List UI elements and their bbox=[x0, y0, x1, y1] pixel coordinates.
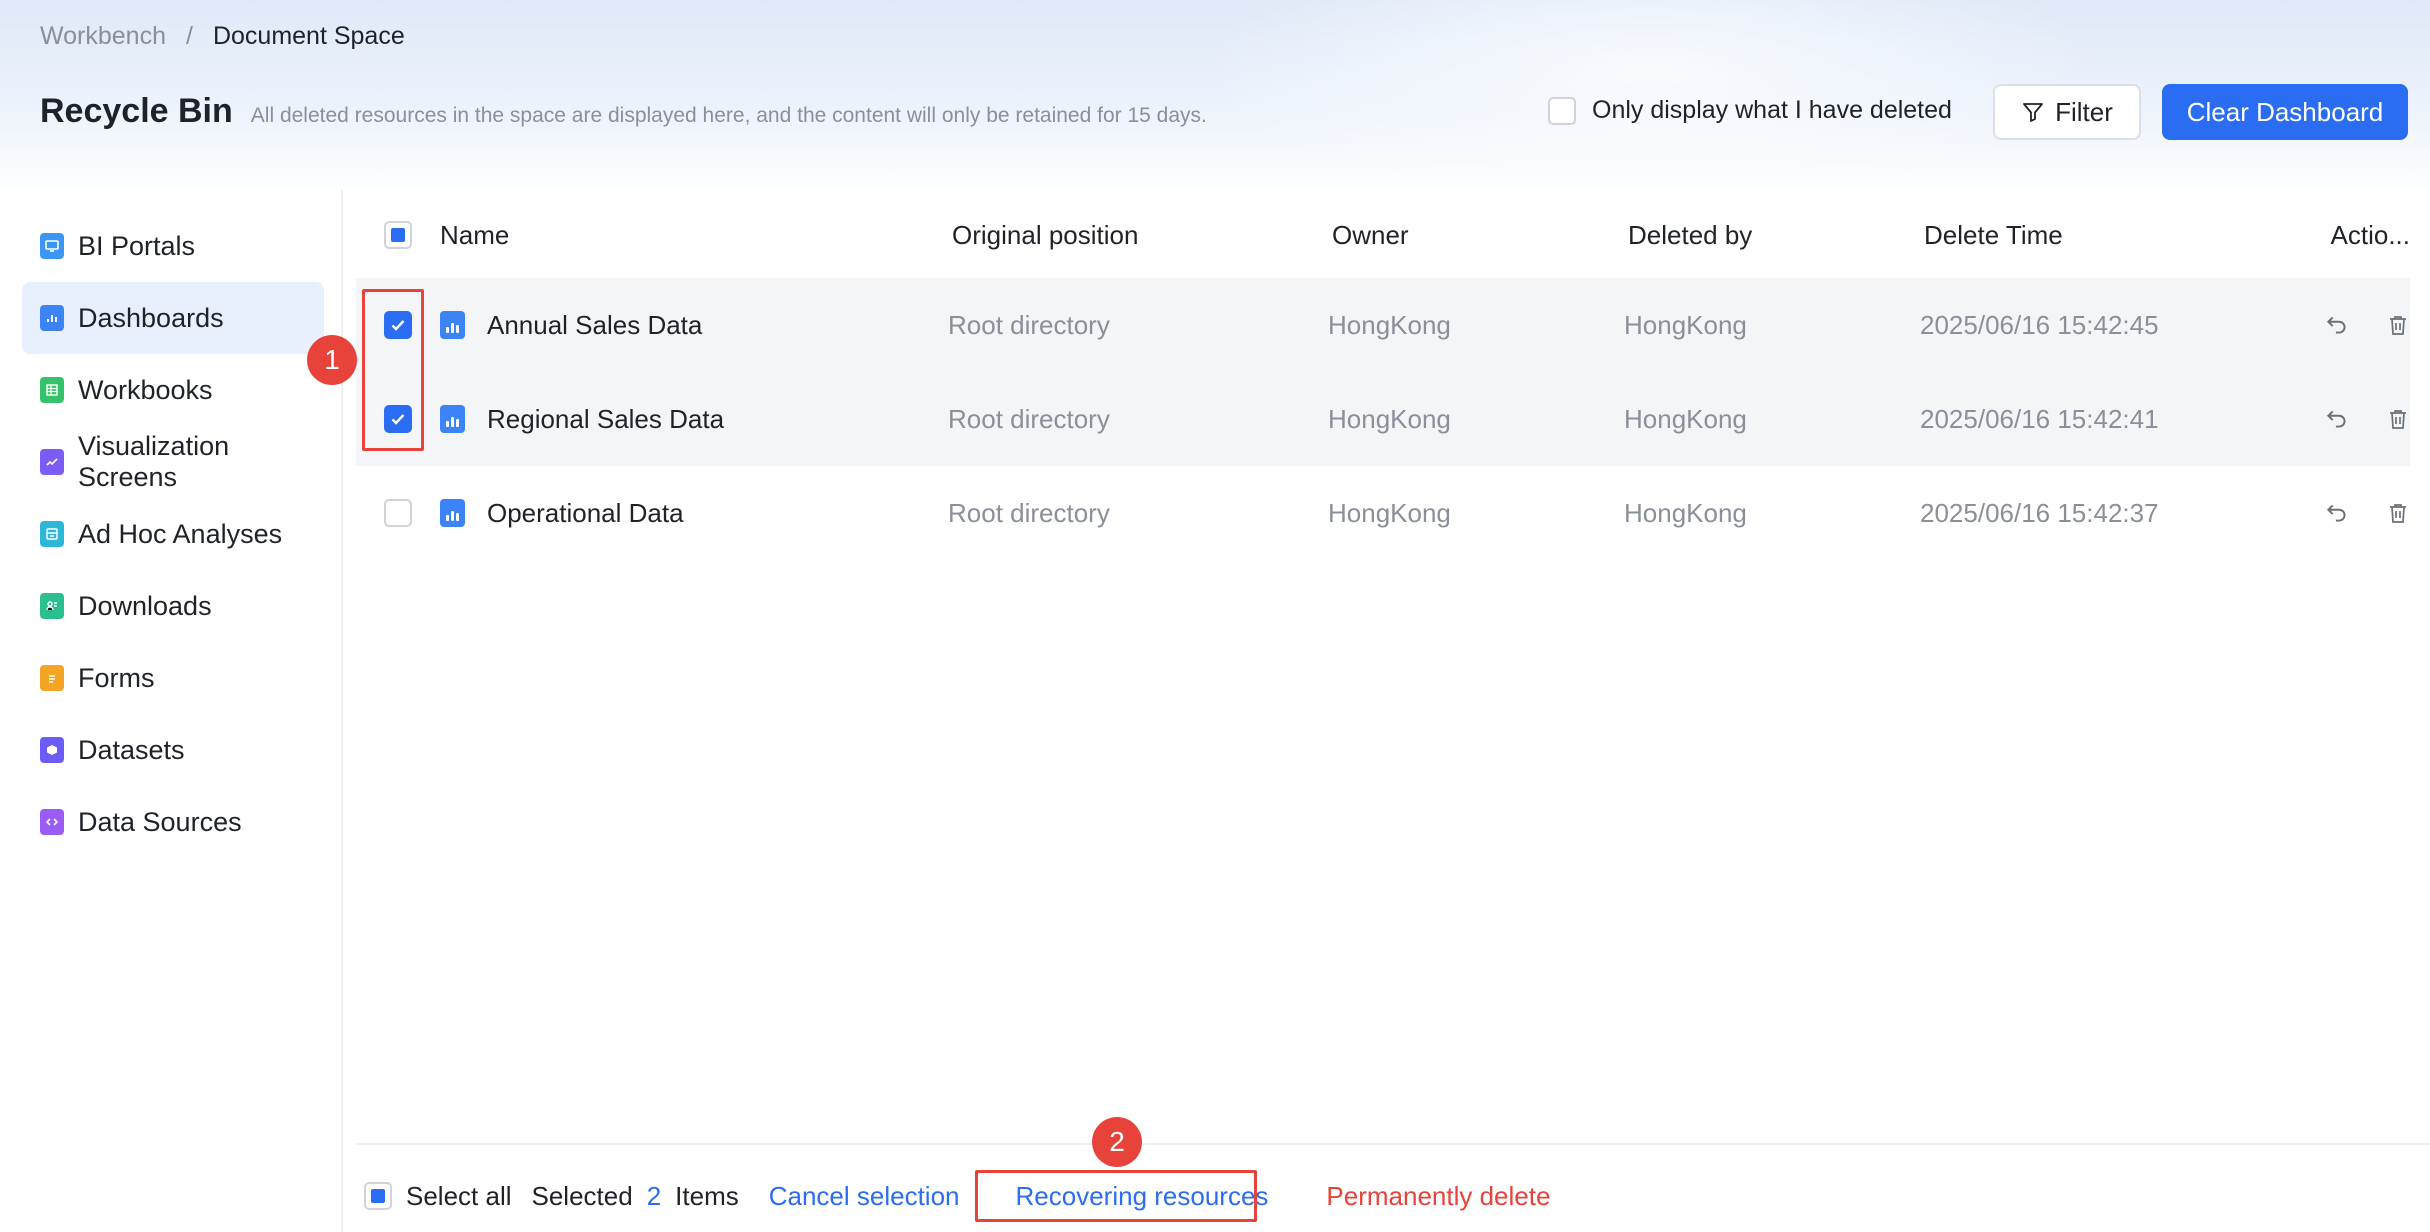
sidebar-item-forms[interactable]: Forms bbox=[22, 642, 324, 714]
row-delete-time: 2025/06/16 15:42:45 bbox=[1920, 309, 2159, 340]
breadcrumb-current: Document Space bbox=[212, 22, 405, 50]
screen-chart-icon bbox=[40, 449, 64, 475]
download-icon bbox=[40, 593, 64, 619]
sidebar-item-label: Datasets bbox=[78, 734, 185, 765]
monitor-icon bbox=[40, 233, 64, 259]
row-owner: HongKong bbox=[1328, 403, 1451, 434]
breadcrumb-workbench[interactable]: Workbench bbox=[40, 22, 166, 51]
only-mine-label: Only display what I have deleted bbox=[1592, 96, 1952, 124]
page-title: Recycle Bin bbox=[40, 92, 233, 130]
header-actions: Actio... bbox=[2330, 219, 2410, 250]
sidebar-item-datasets[interactable]: Datasets bbox=[22, 714, 324, 786]
sidebar-item-visualization-screens[interactable]: Visualization Screens bbox=[22, 426, 324, 498]
trash-icon[interactable] bbox=[2386, 500, 2410, 526]
row-name: Annual Sales Data bbox=[487, 309, 703, 340]
row-deleted-by: HongKong bbox=[1624, 309, 1747, 340]
footer-divider bbox=[356, 1143, 2430, 1145]
row-position: Root directory bbox=[948, 309, 1110, 340]
selection-footer: Select all Selected 2 Items Cancel selec… bbox=[364, 1168, 1550, 1224]
sidebar-item-bi-portals[interactable]: BI Portals bbox=[22, 210, 324, 282]
form-icon bbox=[40, 665, 64, 691]
dashboard-file-icon bbox=[440, 499, 465, 527]
sidebar-item-dashboards[interactable]: Dashboards bbox=[22, 282, 324, 354]
trash-icon[interactable] bbox=[2386, 406, 2410, 432]
annotation-box-2 bbox=[975, 1170, 1257, 1222]
annotation-badge-2: 2 bbox=[1092, 1117, 1142, 1167]
row-deleted-by: HongKong bbox=[1624, 497, 1747, 528]
select-all-label[interactable]: Select all bbox=[406, 1181, 512, 1212]
row-delete-time: 2025/06/16 15:42:37 bbox=[1920, 497, 2159, 528]
header-name[interactable]: Name bbox=[440, 220, 948, 251]
row-checkbox[interactable] bbox=[384, 499, 412, 527]
row-name: Regional Sales Data bbox=[487, 403, 725, 434]
only-mine-checkbox[interactable] bbox=[1548, 96, 1576, 125]
restore-icon[interactable] bbox=[2324, 406, 2350, 432]
breadcrumb-separator: / bbox=[186, 22, 193, 50]
sidebar: BI Portals Dashboards Workbooks Visualiz… bbox=[22, 210, 324, 858]
filter-button[interactable]: Filter bbox=[1993, 84, 2141, 140]
clear-dashboard-button[interactable]: Clear Dashboard bbox=[2162, 84, 2408, 140]
sidebar-item-downloads[interactable]: Downloads bbox=[22, 570, 324, 642]
permanently-delete-button[interactable]: Permanently delete bbox=[1326, 1181, 1550, 1212]
header-deleted-by[interactable]: Deleted by bbox=[1624, 220, 1920, 251]
selected-count: 2 bbox=[646, 1180, 662, 1211]
annotation-badge-1: 1 bbox=[307, 335, 357, 385]
sidebar-item-label: Ad Hoc Analyses bbox=[78, 518, 283, 549]
cancel-selection-link[interactable]: Cancel selection bbox=[769, 1181, 960, 1212]
page-header: Recycle Bin All deleted resources in the… bbox=[40, 92, 1207, 131]
row-position: Root directory bbox=[948, 403, 1110, 434]
recycle-table: Name Original position Owner Deleted by … bbox=[356, 192, 2410, 560]
annotation-box-1 bbox=[362, 289, 424, 451]
row-owner: HongKong bbox=[1328, 497, 1451, 528]
row-deleted-by: HongKong bbox=[1624, 403, 1747, 434]
sidebar-item-label: BI Portals bbox=[78, 230, 196, 261]
header-owner[interactable]: Owner bbox=[1328, 220, 1624, 251]
row-position: Root directory bbox=[948, 497, 1110, 528]
sidebar-item-label: Forms bbox=[78, 662, 155, 693]
sidebar-item-data-sources[interactable]: Data Sources bbox=[22, 786, 324, 858]
select-all-checkbox[interactable] bbox=[364, 1182, 392, 1210]
analysis-icon bbox=[40, 521, 64, 547]
sidebar-item-label: Visualization Screens bbox=[78, 431, 230, 492]
only-mine-toggle[interactable]: Only display what I have deleted bbox=[1548, 96, 1952, 125]
table-icon bbox=[40, 377, 64, 403]
row-delete-time: 2025/06/16 15:42:41 bbox=[1920, 403, 2159, 434]
sidebar-item-workbooks[interactable]: Workbooks bbox=[22, 354, 324, 426]
breadcrumb: Workbench / Document Space bbox=[40, 22, 405, 51]
code-icon bbox=[40, 809, 64, 835]
page-description: All deleted resources in the space are d… bbox=[250, 104, 1207, 127]
header-select-checkbox[interactable] bbox=[384, 221, 412, 249]
bar-chart-icon bbox=[40, 305, 64, 331]
selected-suffix: Items bbox=[675, 1180, 739, 1211]
sidebar-item-label: Workbooks bbox=[78, 374, 213, 405]
filter-label: Filter bbox=[2055, 96, 2113, 127]
restore-icon[interactable] bbox=[2324, 500, 2350, 526]
filter-icon bbox=[2023, 103, 2044, 122]
header-position[interactable]: Original position bbox=[948, 220, 1328, 251]
table-row[interactable]: Regional Sales Data Root directory HongK… bbox=[356, 372, 2410, 466]
table-header: Name Original position Owner Deleted by … bbox=[356, 192, 2410, 278]
row-name: Operational Data bbox=[487, 497, 684, 528]
sidebar-item-label: Downloads bbox=[78, 590, 212, 621]
header-delete-time[interactable]: Delete Time bbox=[1920, 220, 2296, 251]
table-row[interactable]: Operational Data Root directory HongKong… bbox=[356, 466, 2410, 560]
sidebar-item-label: Dashboards bbox=[78, 302, 224, 333]
trash-icon[interactable] bbox=[2386, 312, 2410, 338]
restore-icon[interactable] bbox=[2324, 312, 2350, 338]
row-owner: HongKong bbox=[1328, 309, 1451, 340]
sidebar-item-ad-hoc-analyses[interactable]: Ad Hoc Analyses bbox=[22, 498, 324, 570]
table-row[interactable]: Annual Sales Data Root directory HongKon… bbox=[356, 278, 2410, 372]
cube-icon bbox=[40, 737, 64, 763]
selected-prefix: Selected bbox=[531, 1180, 633, 1211]
sidebar-item-label: Data Sources bbox=[78, 806, 242, 837]
dashboard-file-icon bbox=[440, 405, 465, 433]
dashboard-file-icon bbox=[440, 311, 465, 339]
